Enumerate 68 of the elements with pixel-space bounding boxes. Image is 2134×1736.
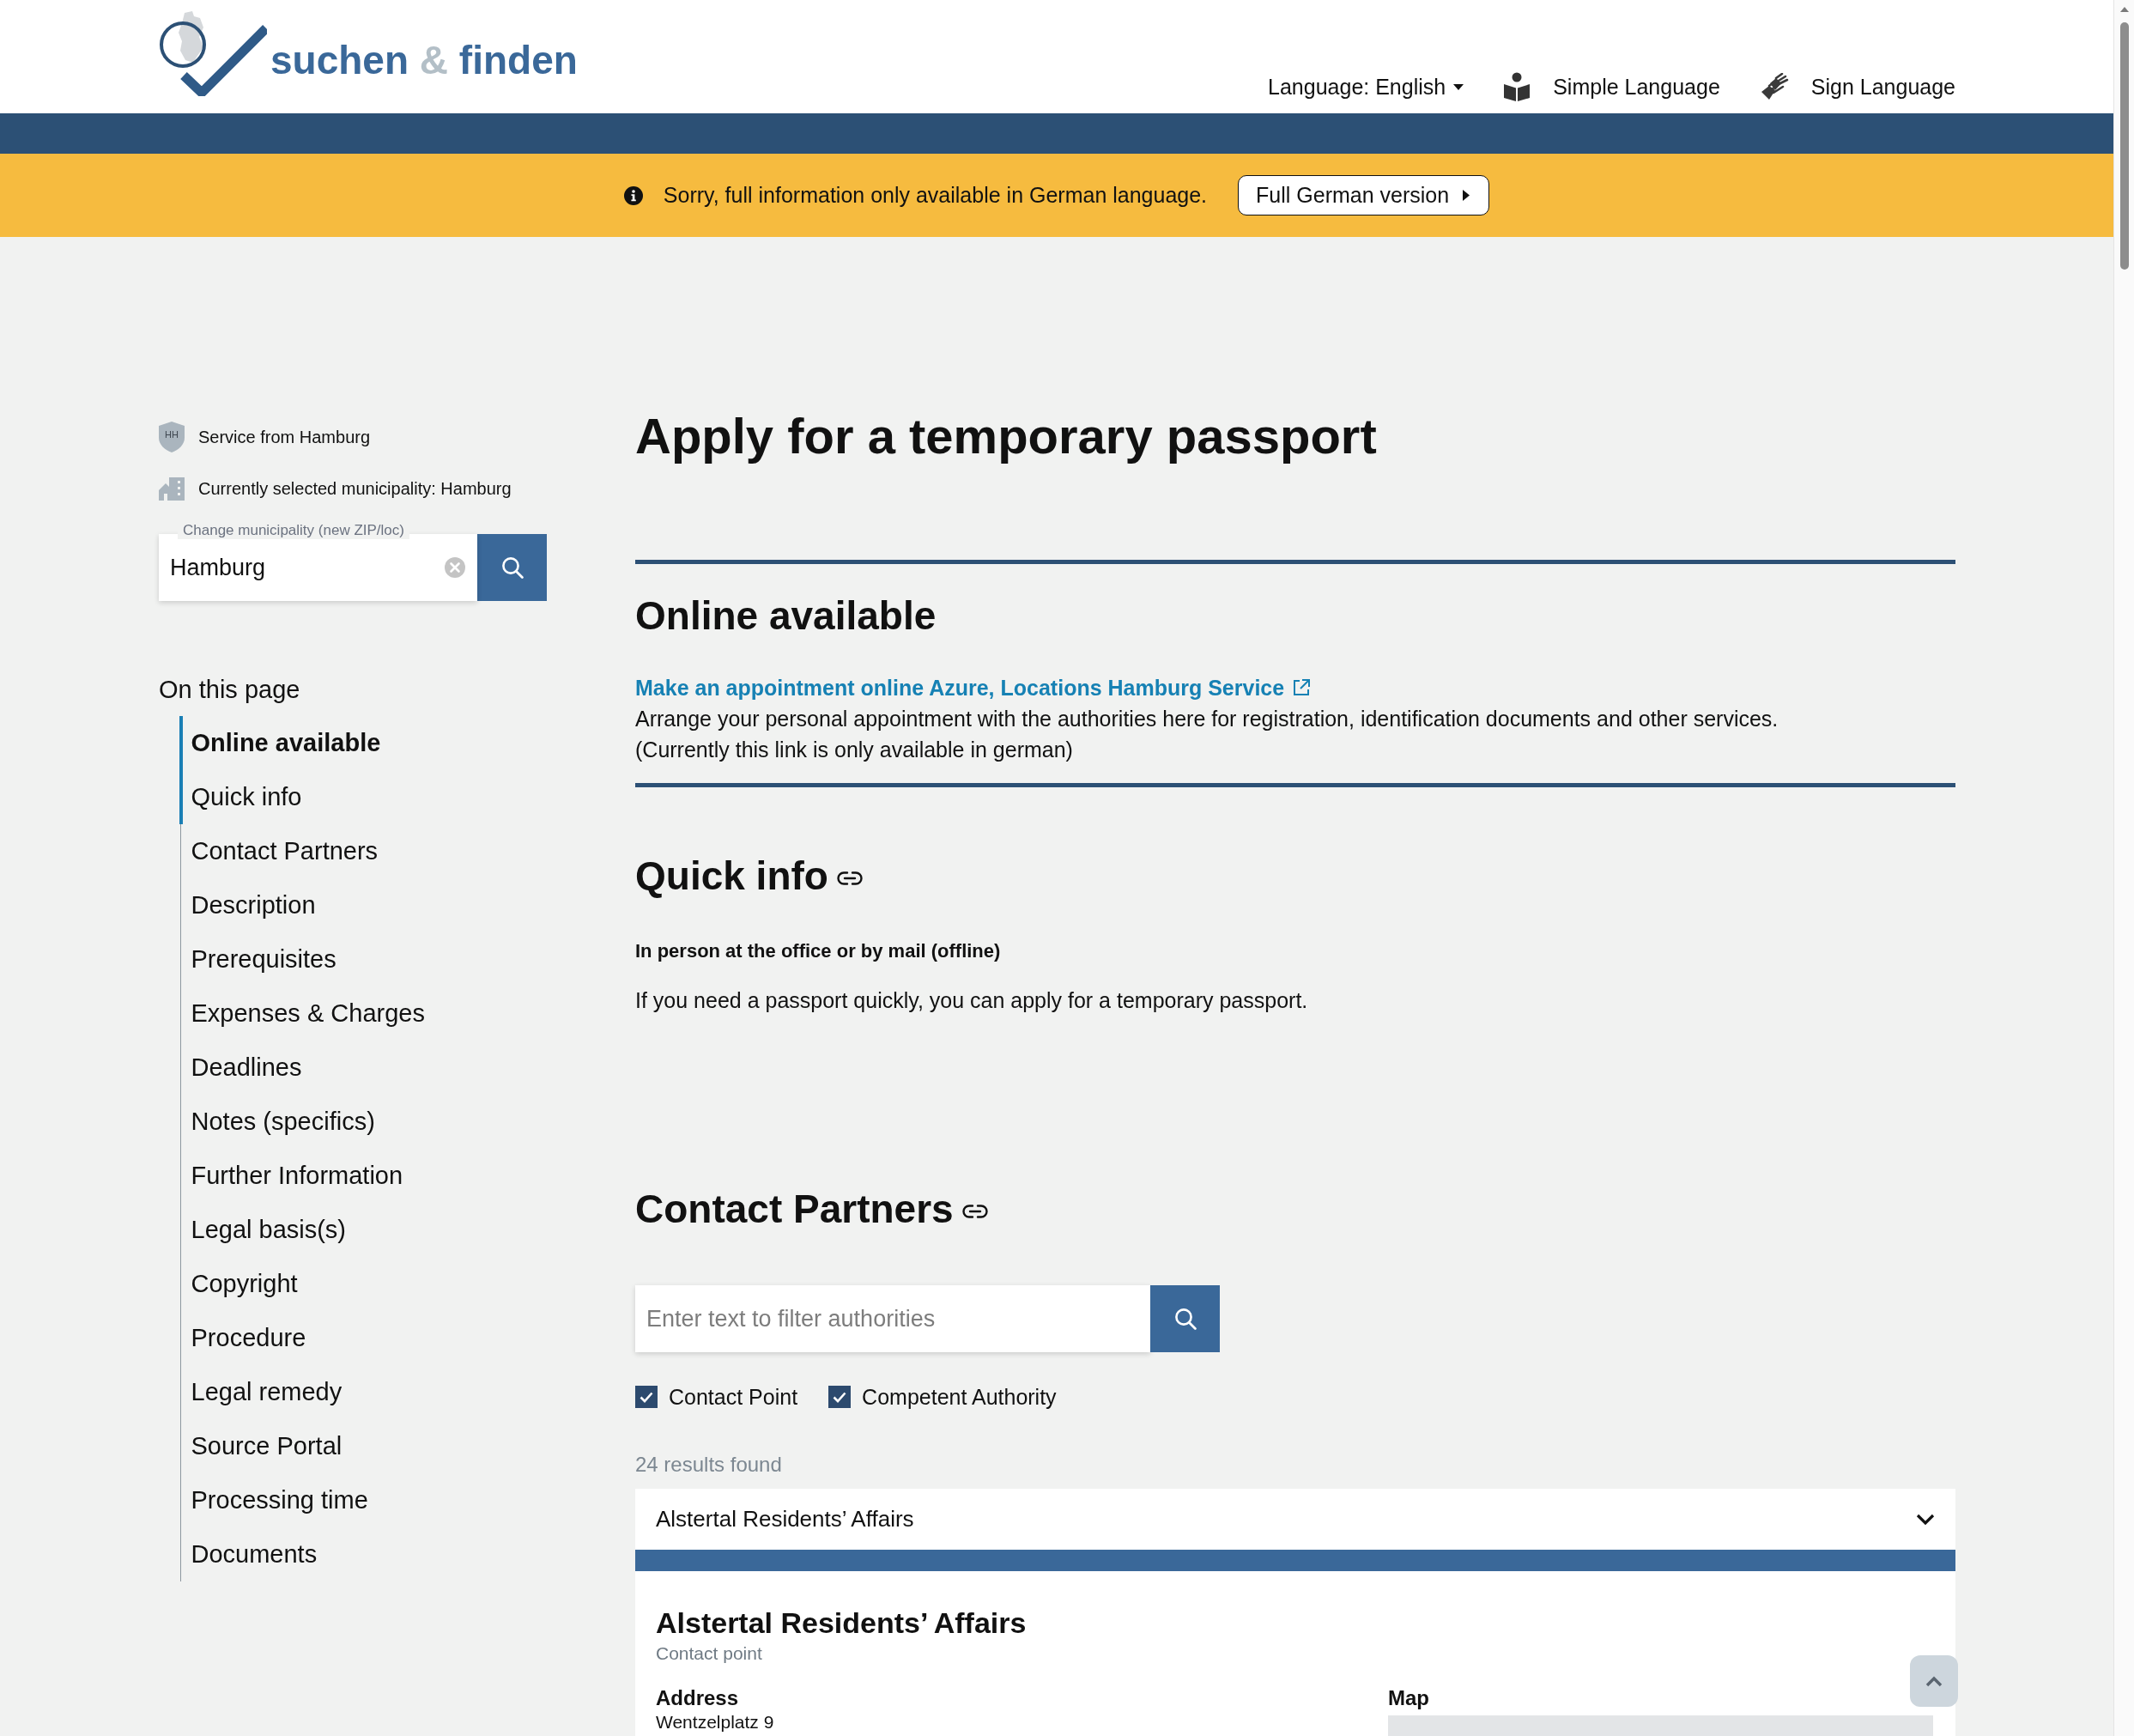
search-button[interactable] bbox=[1150, 1285, 1220, 1352]
toc-link[interactable]: Legal basis(s) bbox=[179, 1203, 547, 1257]
toc-link[interactable]: Description bbox=[179, 878, 547, 932]
german-version-button[interactable]: Full German version bbox=[1238, 175, 1490, 215]
description-text: Arrange your personal appointment with the authorities here for registration, identification documents and other services. bbox=[635, 706, 1779, 732]
map-label: Map bbox=[1388, 1685, 1430, 1711]
results-count: 24 results found bbox=[635, 1452, 783, 1478]
toc-link[interactable]: Prerequisites bbox=[179, 932, 547, 986]
checkbox[interactable] bbox=[828, 1386, 852, 1408]
toc-link[interactable]: Online available bbox=[179, 716, 547, 770]
toc-link[interactable]: Procedure bbox=[179, 1311, 547, 1365]
checkbox[interactable] bbox=[635, 1386, 658, 1408]
tick-icon bbox=[833, 1391, 847, 1403]
building-icon bbox=[159, 476, 185, 501]
municipality-text: Currently selected municipality: Hamburg bbox=[198, 478, 512, 499]
info-icon bbox=[623, 185, 643, 205]
chevron-down-icon bbox=[1916, 1513, 1935, 1526]
body-text: If you need a passport quickly, you can apply for a temporary passport. bbox=[635, 987, 1309, 1014]
field-label: Change municipality (new ZIP/loc) bbox=[178, 522, 409, 539]
search-icon bbox=[1173, 1308, 1197, 1330]
address-text: Wentzelplatz 9 bbox=[656, 1711, 775, 1733]
toc-link[interactable]: Contact Partners bbox=[179, 824, 547, 878]
address-label: Address bbox=[656, 1685, 740, 1711]
chevron-up-icon bbox=[1925, 1675, 1943, 1687]
reader-book-icon bbox=[1503, 72, 1531, 101]
caret-icon bbox=[1463, 190, 1470, 201]
section-heading: Quick info bbox=[635, 853, 828, 900]
subheading: In person at the office or by mail (offline) bbox=[635, 939, 1002, 963]
service-text: Service from Hamburg bbox=[198, 427, 371, 447]
search-button[interactable] bbox=[477, 534, 547, 601]
section-heading: Online available bbox=[635, 592, 937, 640]
link-icon[interactable] bbox=[961, 1205, 988, 1218]
toc-link[interactable]: Deadlines bbox=[179, 1041, 547, 1095]
shield-icon: HH bbox=[159, 422, 185, 452]
toc-link[interactable]: Further Information bbox=[179, 1149, 547, 1203]
office-name: Alstertal Residents’ Affairs bbox=[656, 1605, 1028, 1641]
section-heading: Contact Partners bbox=[635, 1186, 954, 1233]
caret-icon bbox=[1453, 83, 1464, 90]
note-text: (Currently this link is only available in german) bbox=[635, 737, 1074, 763]
header-link[interactable]: Simple Language bbox=[1503, 71, 1720, 102]
scrollbar-thumb[interactable] bbox=[2119, 22, 2129, 270]
link-icon[interactable] bbox=[836, 871, 863, 885]
toc-link[interactable]: Quick info bbox=[179, 770, 547, 824]
accordion-header[interactable]: Alstertal Residents’ Affairs bbox=[635, 1489, 1955, 1550]
checkbox-label[interactable]: Competent Authority bbox=[862, 1384, 1057, 1410]
tick-icon bbox=[640, 1391, 653, 1403]
toc-link[interactable]: Processing time bbox=[179, 1473, 547, 1527]
filter-field[interactable]: Enter text to filter authorities bbox=[635, 1285, 1150, 1352]
scroll-top-button[interactable] bbox=[1910, 1655, 1958, 1707]
search-icon bbox=[500, 556, 524, 579]
toc-title: On this page bbox=[159, 675, 301, 705]
office-type: Contact point bbox=[656, 1642, 763, 1665]
external-link-icon bbox=[1292, 678, 1312, 697]
page-title: Apply for a temporary passport bbox=[635, 407, 1378, 465]
logo-text[interactable]: suchen & finden bbox=[270, 39, 578, 81]
header-link[interactable]: Sign Language bbox=[1759, 71, 1955, 102]
toc-link[interactable]: Expenses & Charges bbox=[179, 986, 547, 1041]
notice-text: Sorry, full information only available in German language. bbox=[663, 183, 1208, 208]
scroll-up-icon[interactable] bbox=[2119, 7, 2129, 12]
appointment-link[interactable]: Make an appointment online Azure, Locations Hamburg Service bbox=[635, 672, 1312, 703]
language-menu[interactable]: Language: English bbox=[1268, 71, 1464, 102]
checkbox-label[interactable]: Contact Point bbox=[669, 1384, 798, 1410]
toc-link[interactable]: Documents bbox=[179, 1527, 547, 1581]
toc-link[interactable]: Copyright bbox=[179, 1257, 547, 1311]
toc-link[interactable]: Legal remedy bbox=[179, 1365, 547, 1419]
toc-link[interactable]: Notes (specifics) bbox=[179, 1095, 547, 1149]
magnifier-check-icon[interactable] bbox=[159, 10, 267, 96]
toc-link[interactable]: Source Portal bbox=[179, 1419, 547, 1473]
